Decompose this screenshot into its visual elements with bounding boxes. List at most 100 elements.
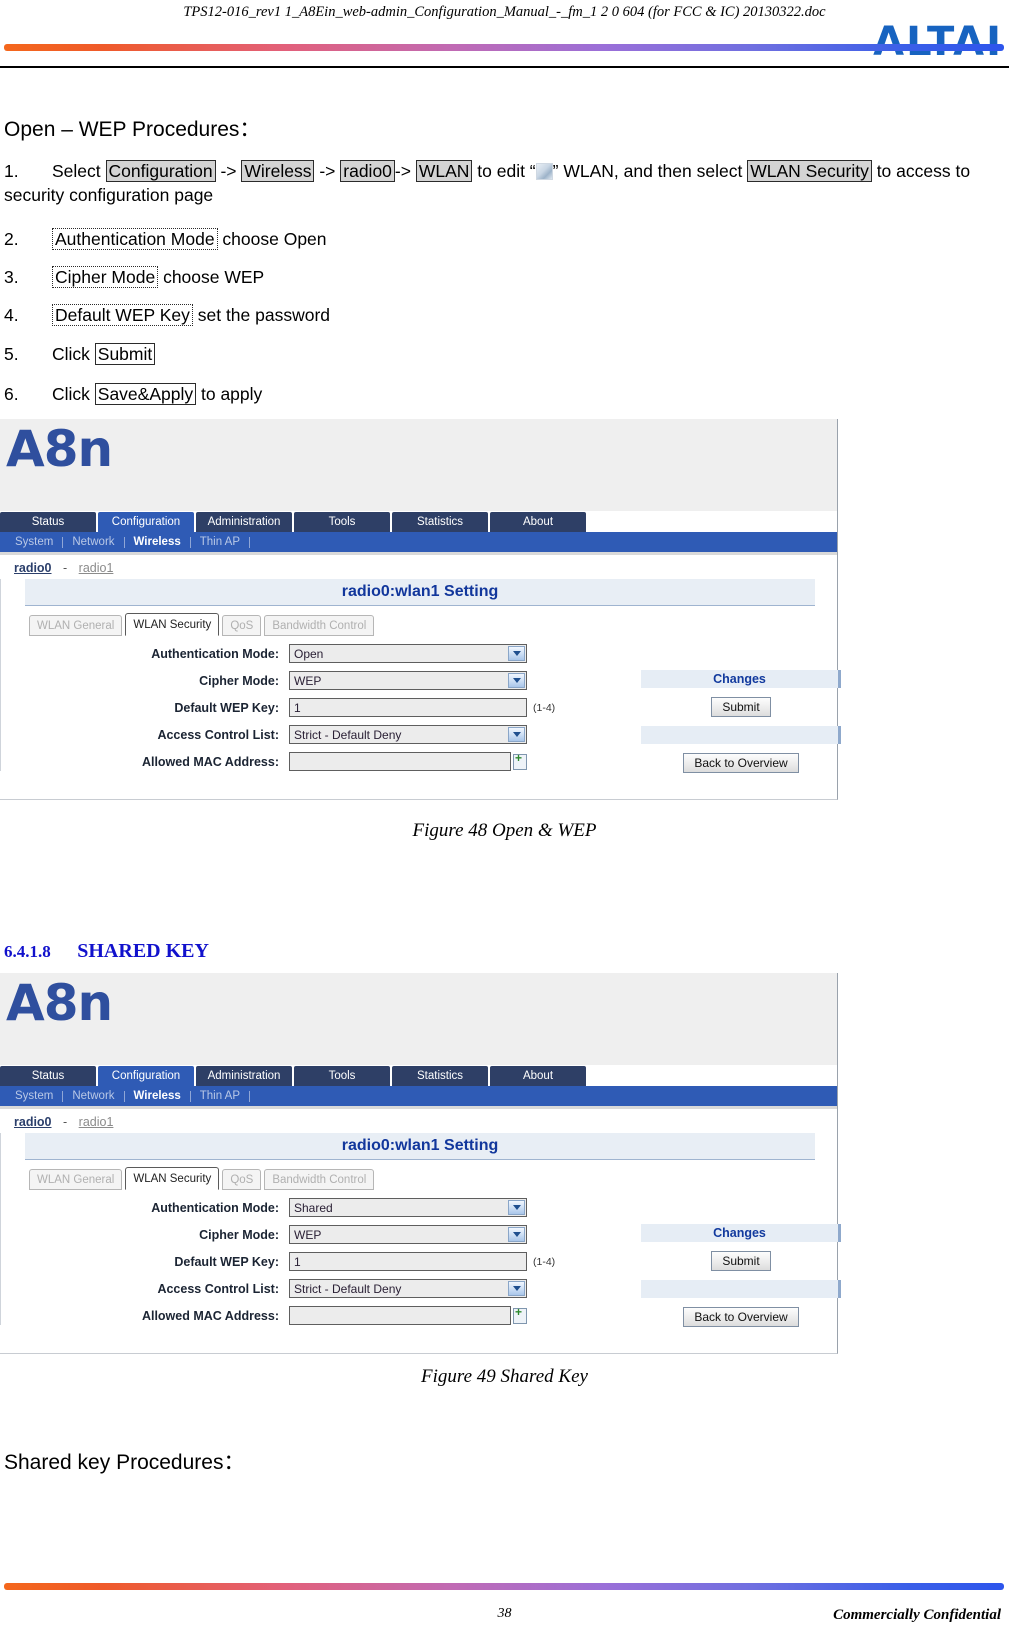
select-access-control-list[interactable]: Strict - Default Deny (289, 725, 527, 744)
label-allowed-mac-address: Allowed MAC Address: (141, 754, 279, 769)
chevron-down-icon[interactable] (508, 727, 525, 742)
changes-blank-bar (641, 726, 841, 744)
header-divider-line (0, 66, 1009, 68)
tab-statistics[interactable]: Statistics (392, 512, 488, 532)
webui-sub-tab-strip: WLAN General WLAN Security QoS Bandwidth… (29, 613, 837, 636)
subnav-system[interactable]: System (6, 1090, 62, 1102)
procedure-step-5: 5. Click Submit (4, 343, 156, 367)
select-authentication-mode-value: Open (294, 646, 324, 661)
procedure-step-6: 6. Click Save&Apply to apply (4, 383, 262, 407)
step-4-tail: set the password (192, 305, 331, 325)
webui-brand-bar: A8n (0, 973, 837, 1065)
step-5-number: 5. (4, 344, 19, 364)
form-row-authentication-mode: Authentication Mode: Open (21, 644, 837, 663)
subnav-thin-ap[interactable]: Thin AP (191, 536, 249, 548)
tab-configuration[interactable]: Configuration (98, 512, 194, 532)
tab-tools[interactable]: Tools (294, 1066, 390, 1086)
webui-sub-nav-bar: System Network Wireless Thin AP (0, 1086, 837, 1106)
tab-tools[interactable]: Tools (294, 512, 390, 532)
submit-button-wrap: Submit (641, 1251, 841, 1271)
input-allowed-mac-address[interactable] (289, 1306, 511, 1325)
subnav-network[interactable]: Network (63, 1090, 123, 1102)
select-access-control-list[interactable]: Strict - Default Deny (289, 1279, 527, 1298)
submit-button[interactable]: Submit (711, 697, 771, 717)
chevron-down-icon[interactable] (508, 1227, 525, 1242)
subtab-wlan-security[interactable]: WLAN Security (125, 1167, 220, 1190)
subtab-bandwidth-control[interactable]: Bandwidth Control (264, 615, 375, 636)
radio-link-separator: - (63, 561, 68, 575)
webui-screenshot-open-wep: A8n Status Configuration Administration … (0, 419, 841, 800)
tab-status[interactable]: Status (0, 512, 96, 532)
step-2-tail: choose Open (217, 229, 327, 249)
subtab-wlan-general[interactable]: WLAN General (29, 1169, 123, 1190)
step-1-token-configuration: Configuration (105, 160, 216, 182)
step-1-arrow-2: -> (314, 161, 341, 181)
webui-main-tab-bar: Status Configuration Administration Tool… (0, 1065, 837, 1086)
changes-panel: Changes Submit Back to Overview (641, 1224, 841, 1336)
submit-button-wrap: Submit (641, 697, 841, 717)
select-authentication-mode[interactable]: Open (289, 644, 527, 663)
select-access-control-list-value: Strict - Default Deny (294, 1281, 402, 1296)
select-cipher-mode[interactable]: WEP (289, 1225, 527, 1244)
select-cipher-mode[interactable]: WEP (289, 671, 527, 690)
subnav-separator (249, 1090, 251, 1102)
tab-administration[interactable]: Administration (196, 1066, 292, 1086)
tab-status[interactable]: Status (0, 1066, 96, 1086)
subtab-wlan-security[interactable]: WLAN Security (125, 613, 220, 636)
header-gradient-rule (4, 44, 1004, 51)
wlan-security-form-open: Authentication Mode: Open Cipher Mode: W… (21, 644, 841, 773)
subtab-qos[interactable]: QoS (222, 1169, 262, 1190)
label-default-wep-key: Default WEP Key: (174, 1254, 279, 1269)
webui-content-area: radio0:wlan1 Setting WLAN General WLAN S… (0, 579, 841, 773)
add-mac-icon[interactable] (513, 1306, 527, 1324)
subnav-network[interactable]: Network (63, 536, 123, 548)
step-3-number: 3. (4, 267, 19, 287)
select-authentication-mode[interactable]: Shared (289, 1198, 527, 1217)
radio-link-radio0[interactable]: radio0 (14, 1115, 52, 1129)
heading-title: SHARED KEY (77, 940, 209, 962)
step-1-arrow-3: -> (394, 161, 416, 181)
radio-link-radio1[interactable]: radio1 (79, 561, 114, 575)
shared-key-procedures-title: Shared key Procedures： (4, 1451, 245, 1474)
label-allowed-mac-address: Allowed MAC Address: (141, 1308, 279, 1323)
chevron-down-icon[interactable] (508, 1200, 525, 1215)
subtab-wlan-general[interactable]: WLAN General (29, 615, 123, 636)
select-authentication-mode-value: Shared (294, 1200, 333, 1215)
tab-status-label: Status (31, 516, 65, 528)
tab-about[interactable]: About (490, 512, 586, 532)
subtab-qos[interactable]: QoS (222, 615, 262, 636)
back-to-overview-button[interactable]: Back to Overview (683, 753, 799, 773)
radio-link-radio0[interactable]: radio0 (14, 561, 52, 575)
subtab-bandwidth-control[interactable]: Bandwidth Control (264, 1169, 375, 1190)
step-1-arrow-1: -> (215, 161, 242, 181)
input-default-wep-key[interactable]: 1 (289, 698, 527, 717)
subnav-wireless[interactable]: Wireless (125, 536, 190, 548)
add-mac-icon[interactable] (513, 752, 527, 770)
document-header: TPS12-016_rev1 1_A8Ein_web-admin_Configu… (0, 0, 1009, 74)
subnav-thin-ap[interactable]: Thin AP (191, 1090, 249, 1102)
tab-administration[interactable]: Administration (196, 512, 292, 532)
tab-configuration-label: Configuration (111, 516, 181, 528)
tab-configuration[interactable]: Configuration (98, 1066, 194, 1086)
submit-button[interactable]: Submit (711, 1251, 771, 1271)
webui-brand-a8n: A8n (6, 420, 113, 478)
open-wep-procedures-title: Open – WEP Procedures： (4, 118, 261, 141)
input-default-wep-key[interactable]: 1 (289, 1252, 527, 1271)
radio-link-radio1[interactable]: radio1 (79, 1115, 114, 1129)
chevron-down-icon[interactable] (508, 1281, 525, 1296)
tab-about[interactable]: About (490, 1066, 586, 1086)
label-authentication-mode: Authentication Mode: (151, 1200, 279, 1215)
step-2-number: 2. (4, 229, 19, 249)
tab-about-label: About (522, 516, 554, 528)
input-allowed-mac-address[interactable] (289, 752, 511, 771)
edit-image-icon (535, 163, 553, 180)
chevron-down-icon[interactable] (508, 673, 525, 688)
subnav-wireless[interactable]: Wireless (125, 1090, 190, 1102)
tab-statistics[interactable]: Statistics (392, 1066, 488, 1086)
step-2-token-auth-mode: Authentication Mode (52, 228, 218, 250)
subnav-system[interactable]: System (6, 536, 62, 548)
heading-6-4-1-8: 6.4.1.8 SHARED KEY (4, 940, 209, 963)
chevron-down-icon[interactable] (508, 646, 525, 661)
back-to-overview-button[interactable]: Back to Overview (683, 1307, 799, 1327)
wlan-security-form-shared: Authentication Mode: Shared Cipher Mode:… (21, 1198, 841, 1327)
